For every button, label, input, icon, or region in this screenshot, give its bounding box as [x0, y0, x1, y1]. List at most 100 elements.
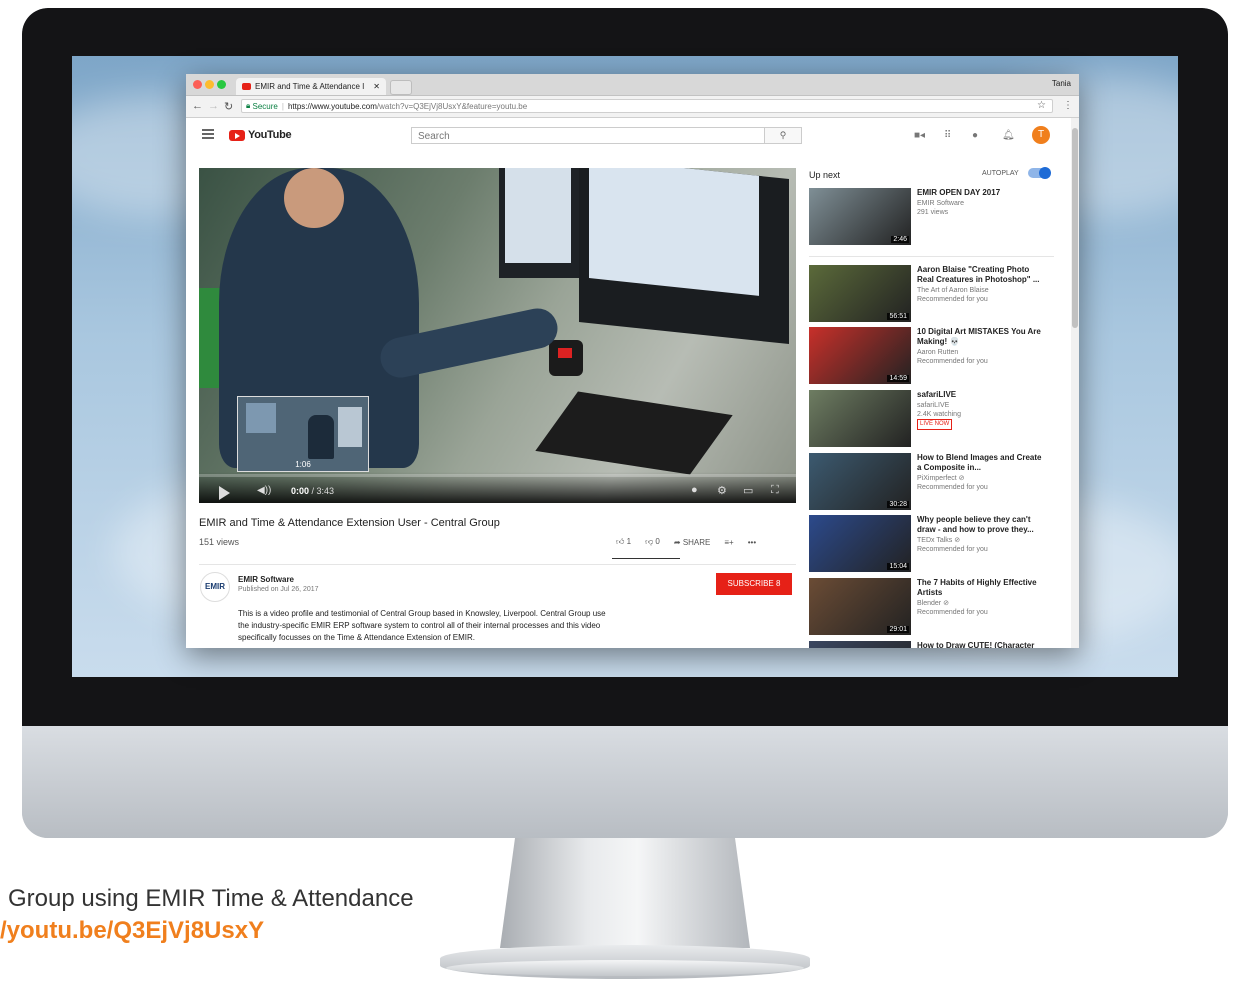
recommended-video-title[interactable]: How to Blend Images and Create a Composi… — [917, 453, 1047, 473]
youtube-header: YouTube Search ⚲ ■◂ ⠿ ● 🔔︎ T — [186, 118, 1071, 154]
video-thumbnail[interactable]: 2:46 — [809, 188, 911, 245]
bookmark-star-icon[interactable]: ☆ — [1037, 100, 1046, 111]
video-duration: 15:04 — [887, 563, 909, 570]
video-thumbnail[interactable]: 29:01 — [809, 578, 911, 635]
url-path: /watch?v=Q3EjVj8UsxY&feature=youtu.be — [376, 101, 528, 111]
close-window-button[interactable] — [193, 80, 202, 89]
channel-name[interactable]: Blender ⊘ — [917, 599, 1047, 608]
channel-name[interactable]: EMIR Software — [238, 575, 294, 584]
video-thumbnail[interactable] — [809, 641, 911, 648]
dislike-button[interactable]: 👎︎ 0 — [645, 537, 660, 547]
thumbs-up-icon: 👍︎ — [616, 537, 625, 546]
share-arrow-icon: ➦ — [673, 537, 681, 547]
close-tab-icon[interactable]: ✕ — [373, 82, 380, 91]
channel-name[interactable]: EMIR Software — [917, 199, 1047, 208]
browser-profile-name[interactable]: Tania — [1052, 79, 1071, 88]
youtube-favicon-icon — [242, 83, 251, 90]
channel-name[interactable]: The Art of Aaron Blaise — [917, 286, 1047, 295]
autoplay-toggle[interactable] — [1028, 167, 1051, 179]
recommended-video[interactable]: How to Draw CUTE! (Character — [809, 641, 1054, 648]
forward-arrow-icon[interactable]: → — [208, 100, 219, 112]
recommended-video-title[interactable]: The 7 Habits of Highly Effective Artists — [917, 578, 1047, 598]
publish-date: Published on Jul 26, 2017 — [238, 586, 319, 593]
video-duration: 30:28 — [887, 501, 909, 508]
video-meta: 2.4K watching — [917, 411, 961, 418]
hamburger-menu-icon[interactable] — [202, 129, 214, 139]
video-meta: Recommended for you — [917, 484, 988, 491]
lock-icon: 🔒︎ — [246, 101, 251, 110]
video-meta: 291 views — [917, 209, 949, 216]
account-avatar[interactable]: T — [1032, 126, 1050, 144]
info-icon[interactable]: ● — [691, 484, 698, 496]
like-button[interactable]: 👍︎ 1 — [616, 537, 631, 547]
recommended-video-title[interactable]: Aaron Blaise "Creating Photo Real Creatu… — [917, 265, 1047, 285]
fullscreen-icon[interactable]: ⛶ — [771, 484, 779, 497]
video-actions: 👍︎ 1 👎︎ 0 ➦ SHARE ≡+ ••• — [616, 537, 756, 547]
video-thumbnail[interactable] — [809, 390, 911, 447]
notifications-bell-icon[interactable]: 🔔︎ — [1002, 130, 1015, 141]
recommended-video-title[interactable]: safariLIVE — [917, 390, 1047, 400]
recommended-video-title[interactable]: 10 Digital Art MISTAKES You Are Making! … — [917, 327, 1047, 347]
upload-video-icon[interactable]: ■◂ — [914, 130, 925, 141]
url-field[interactable]: 🔒︎ Secure | https://www.youtube.com/watc… — [241, 99, 1053, 113]
messages-icon[interactable]: ● — [972, 130, 978, 141]
back-arrow-icon[interactable]: ← — [192, 100, 203, 112]
recommended-video[interactable]: 56:51 Aaron Blaise "Creating Photo Real C… — [809, 265, 1054, 323]
video-meta: Recommended for you — [917, 546, 988, 553]
channel-name[interactable]: TEDx Talks ⊘ — [917, 536, 1047, 545]
video-thumbnail[interactable]: 14:59 — [809, 327, 911, 384]
channel-avatar[interactable]: EMIR — [200, 572, 230, 602]
theater-mode-icon[interactable]: ▭ — [743, 484, 753, 497]
video-thumbnail[interactable]: 56:51 — [809, 265, 911, 322]
channel-name[interactable]: Aaron Rutten — [917, 348, 1047, 357]
channel-name[interactable]: safariLIVE — [917, 401, 1047, 410]
recommended-video-title[interactable]: Why people believe they can't draw - and… — [917, 515, 1047, 535]
recommended-video[interactable]: 29:01 The 7 Habits of Highly Effective Ar… — [809, 578, 1054, 636]
video-thumbnail[interactable]: 15:04 — [809, 515, 911, 572]
reload-icon[interactable]: ↻ — [224, 100, 233, 113]
recommended-video[interactable]: 2:46 EMIR OPEN DAY 2017 EMIR Software 291 v… — [809, 188, 1054, 246]
video-thumbnail[interactable]: 30:28 — [809, 453, 911, 510]
browser-window: EMIR and Time & Attendance I ✕ Tania ← →… — [186, 74, 1079, 648]
progress-bar[interactable] — [199, 474, 796, 477]
settings-gear-icon[interactable]: ⚙ — [717, 484, 727, 497]
search-input[interactable]: Search — [411, 127, 765, 144]
caption-text: Group using EMIR Time & Attendance — [8, 885, 414, 912]
page-scrollbar[interactable] — [1071, 118, 1079, 648]
minimize-window-button[interactable] — [205, 80, 214, 89]
share-button[interactable]: ➦ SHARE — [674, 538, 711, 547]
new-tab-button[interactable] — [390, 80, 412, 95]
player-controls: ◀)) 0:00 / 3:43 ● ⚙ ▭ ⛶ — [199, 472, 796, 503]
caption-link[interactable]: /youtu.be/Q3EjVj8UsxY — [0, 917, 264, 945]
youtube-play-logo-icon — [229, 129, 245, 141]
volume-icon[interactable]: ◀)) — [257, 485, 271, 496]
video-title: EMIR and Time & Attendance Extension Use… — [199, 517, 500, 529]
recommended-video-title[interactable]: EMIR OPEN DAY 2017 — [917, 188, 1047, 198]
video-duration: 29:01 — [887, 626, 909, 633]
subscribe-button[interactable]: SUBSCRIBE 8 — [716, 573, 792, 595]
video-meta: Recommended for you — [917, 358, 988, 365]
video-duration: 2:46 — [891, 236, 909, 243]
search-button[interactable]: ⚲ — [764, 127, 802, 144]
play-icon[interactable] — [219, 486, 230, 500]
monitor-chin — [22, 726, 1228, 838]
recommended-video-title[interactable]: How to Draw CUTE! (Character — [917, 641, 1047, 648]
browser-menu-icon[interactable]: ⋮ — [1063, 100, 1073, 111]
autoplay-label: AUTOPLAY — [982, 170, 1019, 177]
recommended-video[interactable]: 30:28 How to Blend Images and Create a Co… — [809, 453, 1054, 511]
maximize-window-button[interactable] — [217, 80, 226, 89]
time-display: 0:00 / 3:43 — [291, 486, 335, 496]
add-to-playlist-icon[interactable]: ≡+ — [724, 538, 733, 547]
scrub-preview-thumbnail: 1:06 — [237, 396, 369, 472]
more-actions-button[interactable]: ••• — [748, 538, 756, 547]
channel-name[interactable]: PiXimperfect ⊘ — [917, 474, 1047, 483]
video-player[interactable]: 1:06 ◀)) 0:00 / 3:43 ● ⚙ ▭ ⛶ — [199, 168, 796, 503]
recommended-video[interactable]: safariLIVE safariLIVE 2.4K watching LIVE NO… — [809, 390, 1054, 448]
browser-tab[interactable]: EMIR and Time & Attendance I ✕ — [236, 78, 386, 95]
youtube-logo[interactable]: YouTube — [229, 129, 292, 141]
recommended-video[interactable]: 14:59 10 Digital Art MISTAKES You Are Mak… — [809, 327, 1054, 385]
video-description: This is a video profile and testimonial … — [238, 609, 606, 642]
live-badge: LIVE NOW — [917, 419, 953, 430]
recommended-video[interactable]: 15:04 Why people believe they can't draw … — [809, 515, 1054, 573]
apps-grid-icon[interactable]: ⠿ — [944, 130, 951, 141]
